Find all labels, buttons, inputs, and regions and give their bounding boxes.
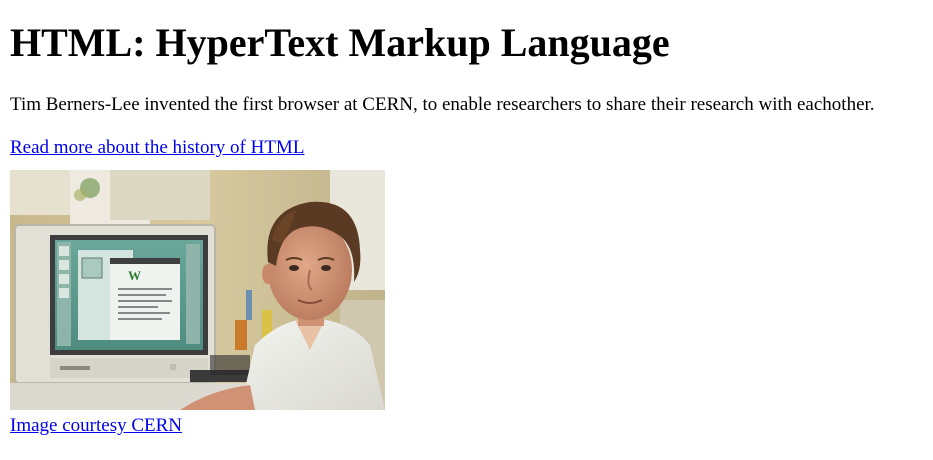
- intro-paragraph: Tim Berners-Lee invented the first brows…: [10, 94, 875, 115]
- page-title: HTML: HyperText Markup Language: [10, 20, 670, 65]
- photo: W: [10, 170, 385, 410]
- image-credit-link[interactable]: Image courtesy CERN: [10, 415, 923, 437]
- svg-text:W: W: [128, 268, 141, 283]
- page: HTML: HyperText Markup Language Tim Bern…: [0, 0, 933, 460]
- history-link[interactable]: Read more about the history of HTML: [10, 137, 923, 159]
